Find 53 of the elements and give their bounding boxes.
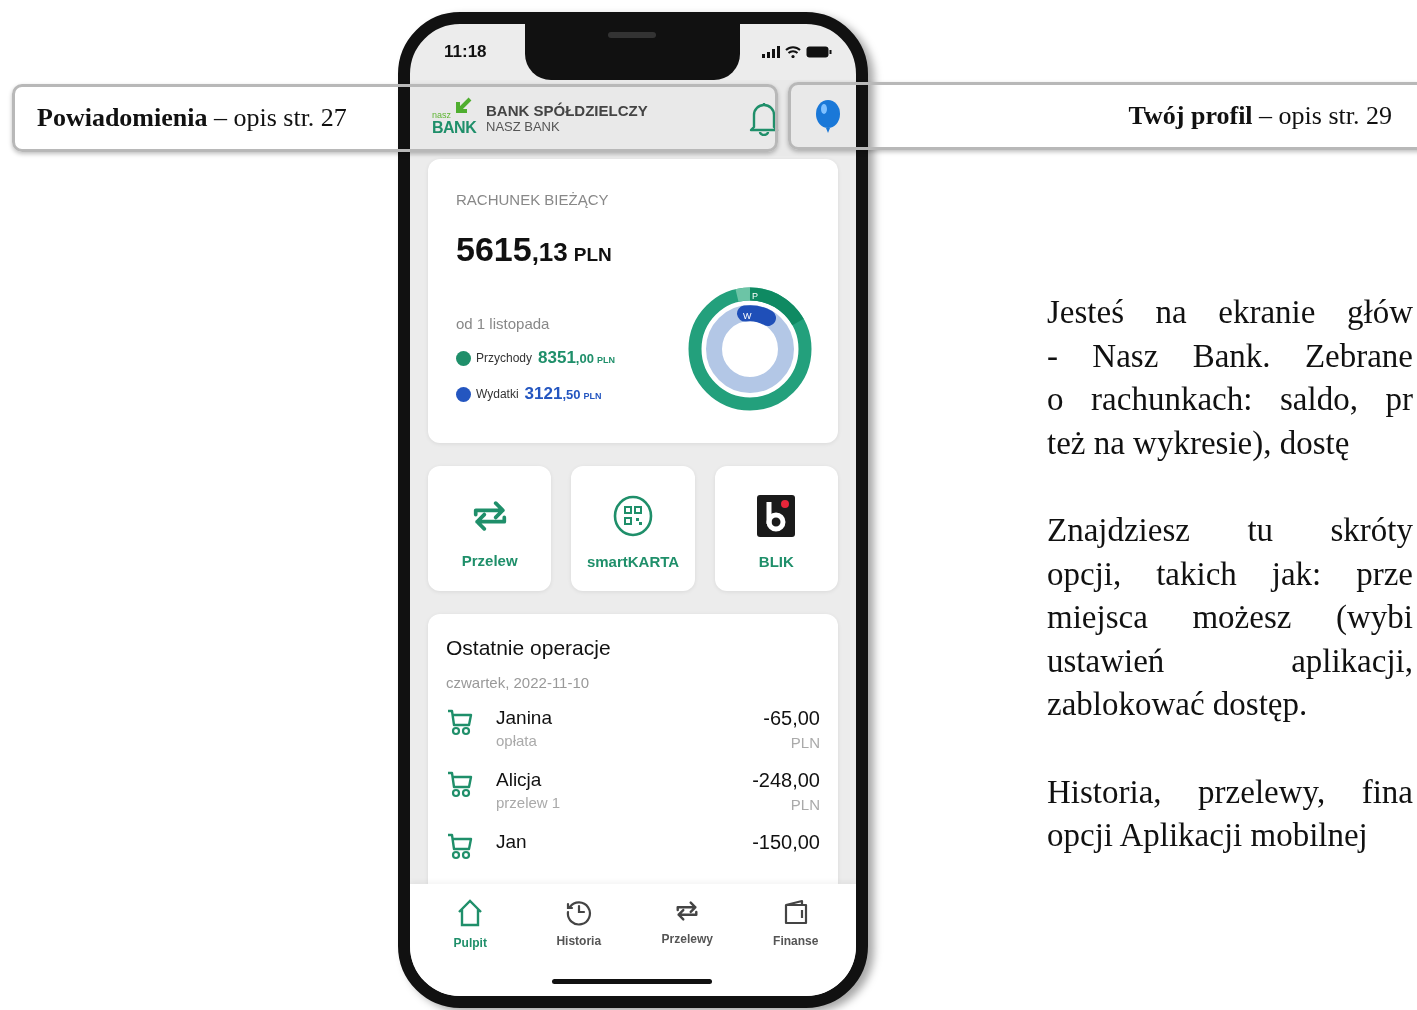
description-line: też na wykresie), dostę <box>1047 423 1351 463</box>
operation-description: przelew 1 <box>496 794 562 811</box>
operation-amount: -248,00 <box>752 769 820 792</box>
description-line: Jesteś na ekranie głów <box>1047 293 1413 332</box>
nav-tab[interactable]: Pulpit <box>416 898 525 956</box>
description-line: Historia, przelewy, fina <box>1047 772 1413 812</box>
arrow-icon <box>454 96 472 115</box>
period-label: od 1 listopada <box>456 315 551 332</box>
shortcut-button[interactable]: smartKARTA <box>571 466 695 591</box>
operations-title: Ostatnie operacje <box>446 636 612 660</box>
bank-subname: NASZ BANK <box>486 119 561 134</box>
operation-currency: PLN <box>789 796 820 813</box>
history-icon <box>564 898 593 926</box>
account-title: RACHUNEK BIEŻĄCY <box>456 191 610 208</box>
legend-amount: 3121,50 PLN <box>524 384 602 404</box>
operation-name: Jan <box>496 831 528 853</box>
nav-tab[interactable]: Finanse <box>741 898 850 956</box>
legend-label: Wydatki <box>476 387 519 401</box>
operation-amount: -150,00 <box>752 831 820 854</box>
bank-name: BANK SPÓŁDZIELCZY <box>486 102 649 119</box>
battery-icon <box>806 46 832 58</box>
operation-currency: PLN <box>789 734 820 751</box>
nav-tab[interactable]: Przelewy <box>633 898 742 956</box>
qr-code-icon <box>613 495 653 537</box>
operation-name: Alicja <box>496 769 543 791</box>
shortcut-button[interactable]: Przelew <box>428 466 552 591</box>
legend-amount: 8351,00 PLN <box>538 348 615 368</box>
donut-chart-drawing: P W <box>688 287 812 411</box>
description-line: opcji, takich jak: prze <box>1047 554 1413 594</box>
account-card[interactable]: RACHUNEK BIEŻĄCY 5615,13 PLN od 1 listopada Przychody 8351,00 PLN Wydatki 3121,50 PLN P W <box>428 159 838 443</box>
description-line: zablokować dostęp. <box>1047 685 1309 725</box>
description-line: opcji Aplikacji mobilnej <box>1047 816 1369 856</box>
description-line: miejsca możesz (wybi <box>1047 598 1413 638</box>
description-line: Znajdziesz tu skróty <box>1047 510 1413 550</box>
operation-name: Janina <box>496 707 553 729</box>
cart-icon <box>446 707 474 737</box>
operation-description: opłata <box>496 732 538 749</box>
operation-amount: -65,00 <box>763 707 820 730</box>
wifi-icon <box>785 46 801 58</box>
blik-logo-icon <box>757 495 796 537</box>
account-balance: 5615,13 PLN <box>456 230 613 269</box>
operations-date: czwartek, 2022-11-10 <box>446 674 591 691</box>
description-line: - Nasz Bank. Zebrane <box>1047 336 1413 376</box>
status-time: 11:18 <box>444 42 487 62</box>
description-line: ustawień aplikacji, <box>1047 641 1413 681</box>
cart-icon <box>446 831 474 861</box>
description-line: o rachunkach: saldo, pr <box>1047 380 1413 420</box>
logo-text: nasz <box>432 110 452 120</box>
nav-tab[interactable]: Historia <box>524 898 633 956</box>
legend-label: Przychody <box>476 351 533 365</box>
signal-icon <box>762 46 780 58</box>
cart-icon <box>446 769 474 799</box>
shortcut-button[interactable]: BLIK <box>714 466 838 591</box>
